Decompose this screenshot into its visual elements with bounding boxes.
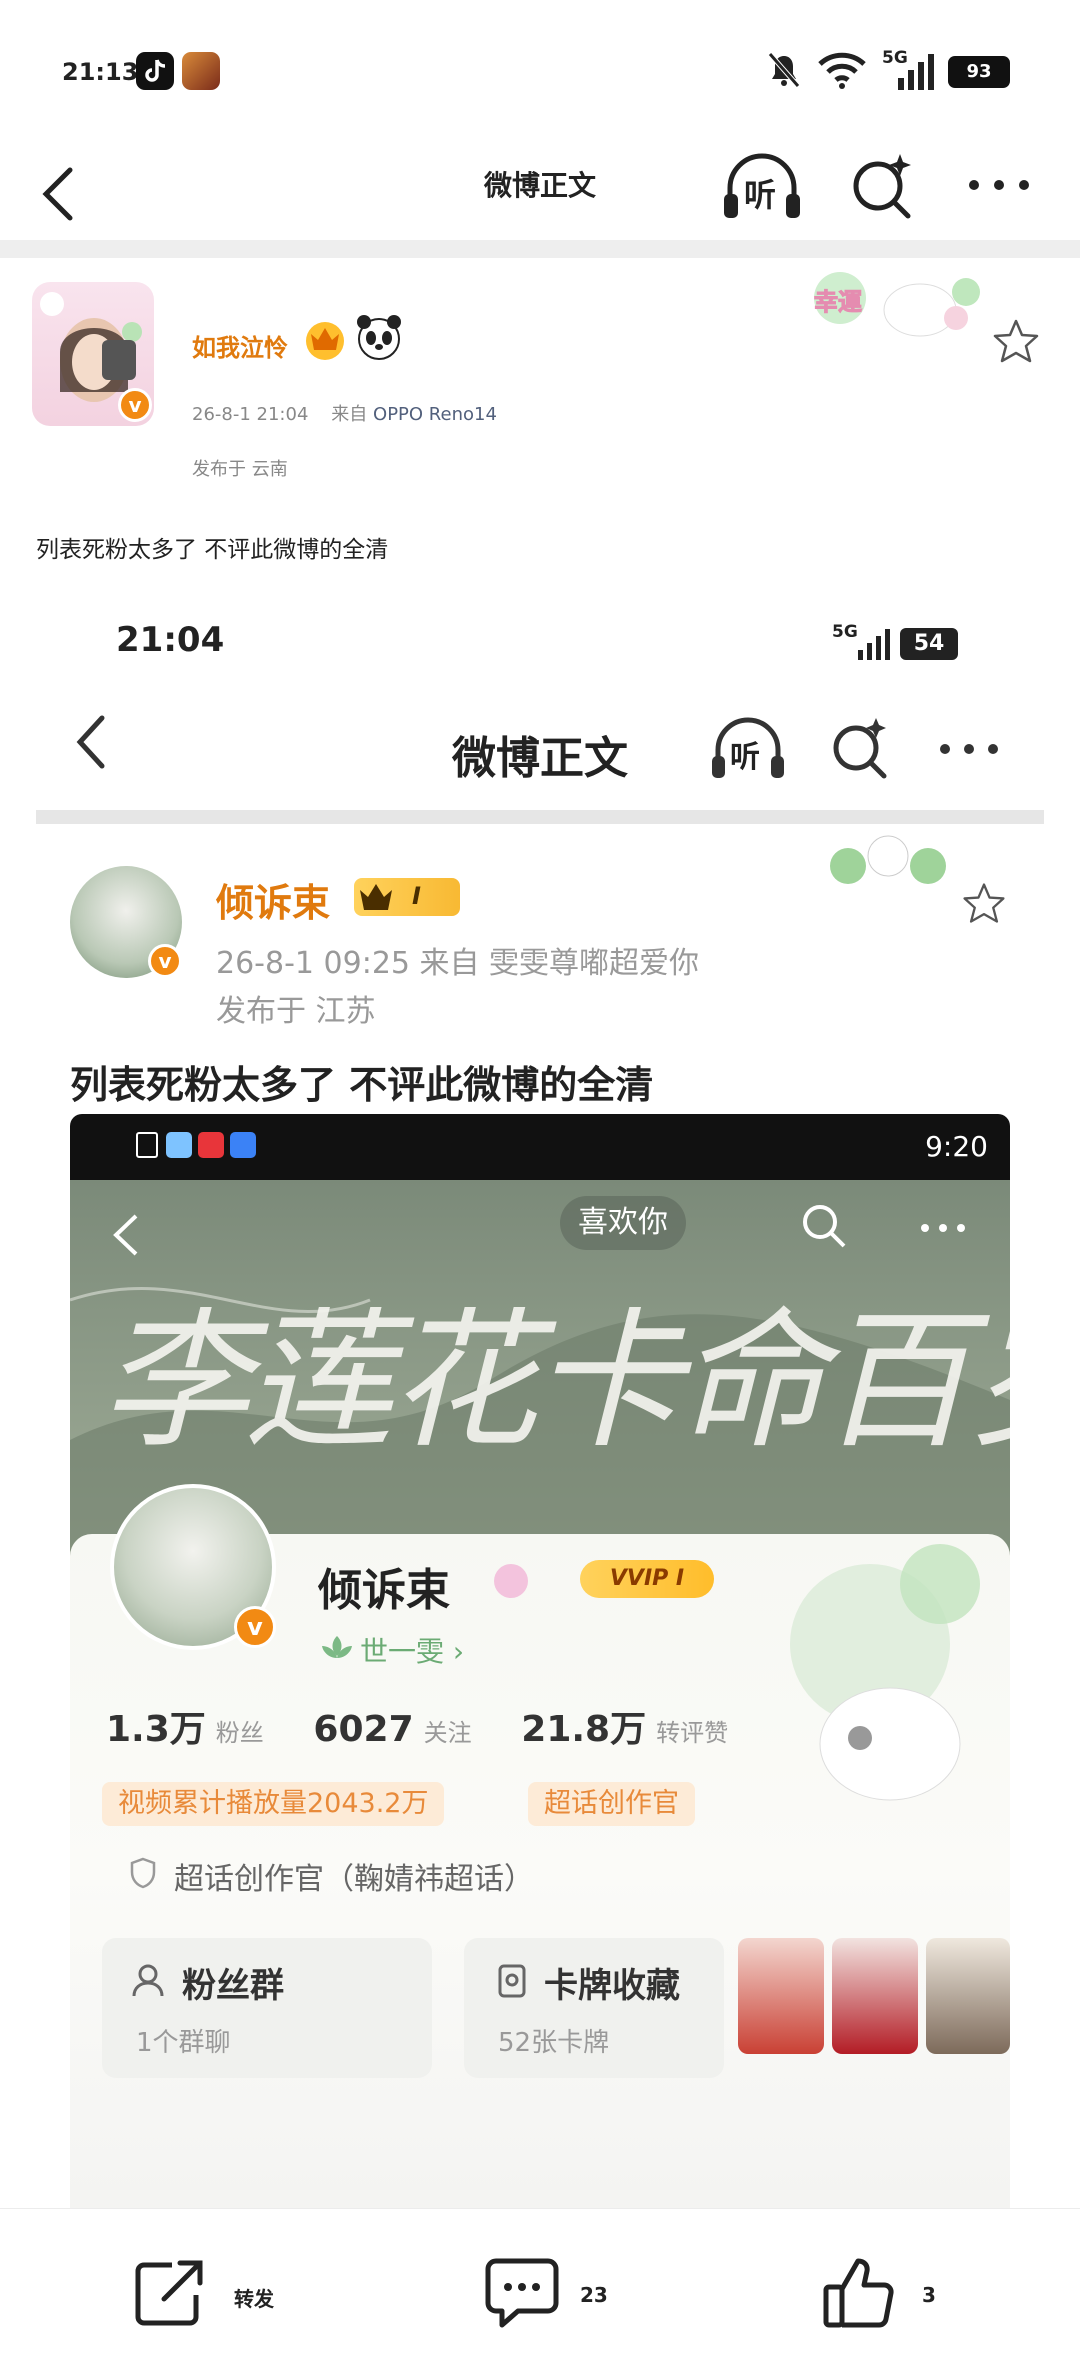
post-meta: 26-8-1 21:04 来自 OPPO Reno14 [192, 400, 497, 426]
post-location: 发布于 云南 [192, 459, 288, 480]
thumbs-up-icon [823, 2258, 894, 2328]
stat-engagement: 21.8万 转评赞 [521, 1709, 729, 1750]
embedded-status-time: 21:04 [116, 620, 225, 660]
profile-sub-link: 世一雯 › [360, 1635, 465, 1668]
inner-profile-screenshot: 9:20 喜欢你 李莲花卡命百岁 v 倾诉束 VVIP I 世一雯 › 1.3万… [70, 1114, 1010, 2210]
card-thumbnail [832, 1938, 918, 2054]
post-device[interactable]: OPPO Reno14 [373, 404, 497, 425]
card-thumbnail [926, 1938, 1010, 2054]
card-collection-sub: 52张卡牌 [498, 2028, 610, 2058]
lucky-label: 幸運 [814, 288, 863, 317]
embedded-separator [36, 810, 1044, 824]
embedded-signal-icon [858, 629, 890, 660]
status-time: 21:13 [62, 58, 139, 86]
puppy-clover-decoration [790, 1544, 980, 1801]
comment-button[interactable]: 23 [482, 2255, 662, 2335]
like-count: 3 [922, 2283, 936, 2307]
weibo-post-screen: 21:13 5G 93 微博正文 听 v 如我泣怜 26-8-1 21:04 来… [0, 0, 1080, 2372]
embedded-search-icon [833, 718, 887, 779]
profile-verified-badge: v [234, 1606, 276, 1648]
profile-card: v 倾诉束 VVIP I 世一雯 › 1.3万 粉丝 6027 关注 21.8万 转评… [70, 1484, 1010, 2210]
embedded-author-avatar: v [70, 866, 182, 978]
verified-badge: v [118, 388, 152, 422]
listen-button[interactable]: 听 [720, 146, 804, 226]
stat-following: 6027 关注 [313, 1709, 472, 1750]
shield-icon [130, 1857, 156, 1889]
card-thumbnail [738, 1938, 824, 2054]
fans-group-box: 粉丝群 1个群聊 [102, 1938, 432, 2078]
post-date: 26-8-1 21:04 [192, 404, 309, 425]
tag-creator: 超话创作官 [528, 1782, 695, 1826]
battery-indicator: 93 [948, 56, 1010, 88]
comment-count: 23 [580, 2283, 608, 2307]
inner-status-time: 9:20 [925, 1130, 988, 1163]
repost-label: 转发 [234, 2287, 274, 2311]
embedded-battery: 54 [900, 628, 958, 660]
game-app-icon [182, 52, 220, 90]
profile-pink-badge-icon [494, 1564, 528, 1598]
tiktok-app-icon [136, 52, 174, 90]
fans-group-title: 粉丝群 [182, 1966, 284, 2006]
like-you-label: 喜欢你 [578, 1205, 668, 1240]
topic-creator-label: 超话创作官（鞠婧祎超话） [174, 1862, 534, 1897]
mute-icon [768, 52, 800, 88]
inner-search-icon [803, 1205, 846, 1248]
panda-icon [357, 315, 401, 360]
embedded-star-icon [963, 883, 1005, 923]
stat-followers: 1.3万 粉丝 [106, 1709, 264, 1750]
nav-separator [0, 240, 1080, 258]
embedded-clover-decoration [830, 835, 946, 884]
share-icon [135, 2260, 203, 2326]
comment-icon [485, 2258, 559, 2328]
listen-label: 听 [744, 176, 777, 214]
profile-avatar: v [110, 1484, 276, 1650]
search-sparkle-icon[interactable] [846, 150, 918, 222]
inner-status-icons [136, 1132, 266, 1162]
tag-video-plays: 视频累计播放量2043.2万 [102, 1782, 445, 1826]
embedded-verified-badge: v [148, 944, 182, 978]
lucky-sticker-decoration: 幸運 [800, 268, 996, 348]
lotus-icon [322, 1636, 352, 1658]
embedded-post-meta: 26-8-1 09:25 来自 雯雯尊嘟超爱你 [216, 946, 700, 981]
embedded-member-badge: I [354, 878, 460, 916]
vip-badge: VVIP I [580, 1560, 714, 1598]
embedded-more-icon [940, 744, 998, 754]
fans-group-icon [132, 1964, 164, 1997]
calligraphy-banner-text: 李莲花卡命百岁 [100, 1295, 1010, 1469]
inner-more-icon [921, 1224, 965, 1232]
like-button[interactable]: 3 [820, 2253, 980, 2333]
embedded-listen-label: 听 [730, 740, 760, 775]
post-from-prefix: 来自 [331, 404, 368, 425]
inner-status-bar: 9:20 [70, 1114, 1010, 1180]
embedded-author-name: 倾诉束 [216, 881, 331, 925]
embedded-screenshot[interactable]: 21:04 5G 54 微博正文 听 v 倾诉束 I 26-8-1 09:25 … [0, 590, 1080, 2210]
wifi-icon [818, 52, 866, 89]
author-avatar[interactable]: v [32, 282, 154, 426]
inner-back-icon [113, 1214, 138, 1256]
post-text: 列表死粉太多了 不评此微博的全清 [36, 537, 389, 563]
card-collection-title: 卡牌收藏 [544, 1966, 680, 2006]
repost-button[interactable]: 转发 [130, 2255, 310, 2335]
author-name[interactable]: 如我泣怜 [192, 328, 288, 363]
embedded-page-title: 微博正文 [452, 733, 628, 784]
signal-icon [898, 54, 934, 90]
nav-bar: 微博正文 听 [0, 140, 1080, 240]
embedded-post-location: 发布于 江苏 [216, 994, 376, 1029]
embedded-member-badge-label: I [412, 882, 421, 910]
profile-name: 倾诉束 [318, 1565, 450, 1616]
embedded-post-text: 列表死粉太多了 不评此微博的全清 [70, 1063, 654, 1107]
card-collection-box: 卡牌收藏 52张卡牌 [464, 1938, 724, 2078]
profile-stats: 1.3万 粉丝 6027 关注 21.8万 转评赞 [106, 1700, 770, 1752]
crown-badge-icon [306, 322, 344, 360]
page-title: 微博正文 [483, 169, 596, 202]
more-icon[interactable] [964, 170, 1034, 200]
bottom-action-bar: 转发 23 3 [0, 2208, 1080, 2372]
fans-group-sub: 1个群聊 [136, 2028, 231, 2058]
like-you-pill: 喜欢你 [560, 1196, 686, 1250]
card-collection-icon [498, 1964, 526, 1998]
star-favorite-icon[interactable] [990, 316, 1042, 368]
status-bar: 21:13 5G 93 [0, 0, 1080, 140]
embedded-crown-icon [360, 884, 392, 910]
embedded-listen-button: 听 [708, 710, 788, 786]
